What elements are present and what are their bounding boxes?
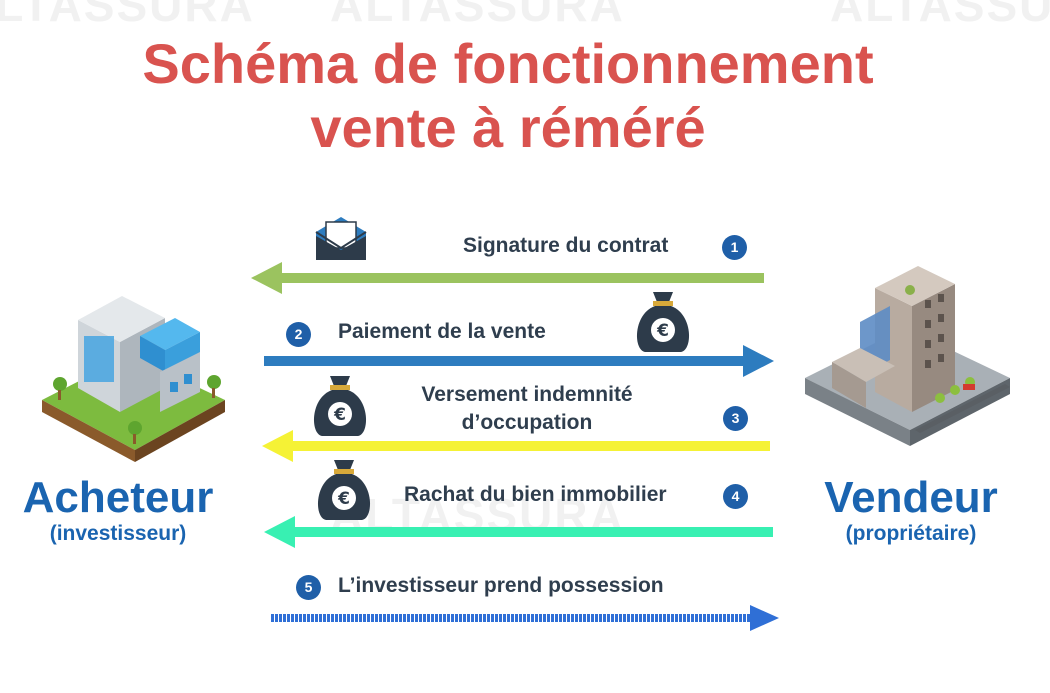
step-2-label: Paiement de la vente bbox=[338, 320, 546, 343]
arrow-step-1 bbox=[251, 262, 764, 294]
step-5-label: L’investisseur prend possession bbox=[338, 574, 664, 597]
step-4-badge: 4 bbox=[723, 484, 748, 509]
step-3-label-line-1: Versement indemnité bbox=[421, 383, 633, 406]
step-5-badge: 5 bbox=[296, 575, 321, 600]
step-1-label: Signature du contrat bbox=[463, 234, 669, 257]
step-3-label-line-2: d’occupation bbox=[461, 411, 593, 434]
buyer-name: Acheteur bbox=[22, 473, 214, 522]
buyer-label: Acheteur (investisseur) bbox=[2, 474, 234, 546]
step-3-badge: 3 bbox=[723, 406, 748, 431]
arrow-step-5 bbox=[271, 605, 779, 631]
arrow-step-2 bbox=[264, 345, 774, 377]
step-3-label: Versement indemnité d’occupation bbox=[404, 381, 650, 437]
step-1-badge: 1 bbox=[722, 235, 747, 260]
seller-name: Vendeur bbox=[824, 473, 998, 522]
step-4-label: Rachat du bien immobilier bbox=[404, 483, 667, 506]
step-2-badge: 2 bbox=[286, 322, 311, 347]
seller-role: (propriétaire) bbox=[845, 522, 977, 545]
arrow-step-4 bbox=[264, 516, 773, 548]
buyer-role: (investisseur) bbox=[49, 522, 187, 545]
seller-label: Vendeur (propriétaire) bbox=[800, 474, 1022, 546]
